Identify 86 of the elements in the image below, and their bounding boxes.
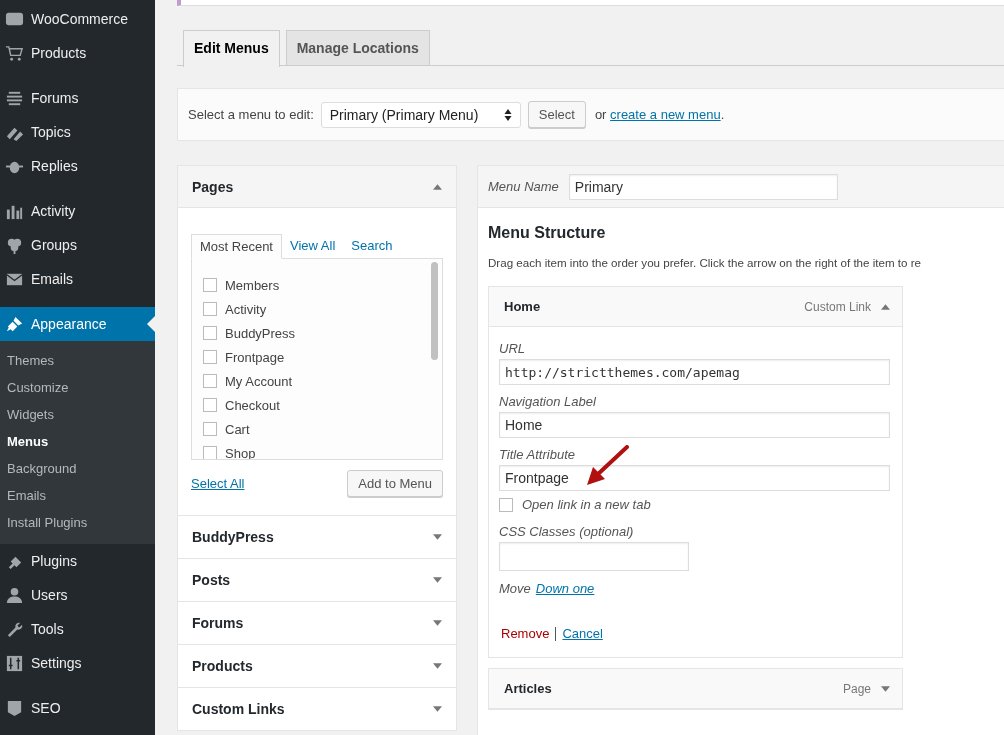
- checkbox[interactable]: [499, 497, 513, 512]
- checkbox-label: Open link in a new tab: [522, 497, 651, 512]
- submenu-item[interactable]: Widgets: [0, 401, 155, 428]
- triangle-icon[interactable]: [881, 303, 890, 310]
- title-attribute-field[interactable]: Frontpage: [499, 465, 890, 491]
- select-label: Select a menu to edit:: [188, 107, 314, 122]
- accordion-header[interactable]: Posts: [177, 559, 457, 602]
- instructions-text: Drag each item into the order you prefer. Click the arrow on the right of the item to re: [488, 256, 923, 269]
- create-menu-text: or create a new menu.: [594, 107, 725, 122]
- section-title: Menu Structure: [488, 224, 607, 242]
- updown-arrows-icon: [503, 107, 512, 122]
- sidebar-item[interactable]: Forums: [0, 81, 155, 115]
- checkbox[interactable]: [203, 302, 217, 316]
- submenu-item[interactable]: Background: [0, 455, 155, 482]
- sidebar-item[interactable]: WooCommerce: [0, 2, 155, 36]
- accordion-header[interactable]: Products: [177, 645, 457, 688]
- sidebar-item[interactable]: Settings: [0, 646, 155, 680]
- menu-name-field[interactable]: Primary: [568, 173, 838, 200]
- field-label: Title Attribute: [499, 447, 576, 462]
- field-label: URL: [499, 341, 526, 356]
- submenu-item[interactable]: Emails: [0, 482, 155, 509]
- submenu-item[interactable]: Themes: [0, 347, 155, 374]
- sidebar-item[interactable]: SEO: [0, 691, 155, 725]
- remove-link[interactable]: Remove: [501, 626, 550, 641]
- menu-name-label: Menu Name: [488, 179, 559, 194]
- tab[interactable]: Edit Menus: [183, 30, 280, 67]
- checkbox[interactable]: [203, 350, 217, 364]
- menu-item-title: Articles: [504, 681, 553, 696]
- menu-dropdown[interactable]: Primary (Primary Menu): [320, 101, 521, 128]
- page-label: My Account: [225, 373, 293, 389]
- accordion-header[interactable]: BuddyPress: [177, 516, 457, 559]
- page-label: Checkout: [225, 397, 280, 413]
- field-label: Navigation Label: [499, 394, 597, 409]
- submenu-item[interactable]: Menus: [0, 428, 155, 455]
- sidebar-item[interactable]: Tools: [0, 612, 155, 646]
- scrollbar-thumb[interactable]: [431, 262, 438, 360]
- page-label: Frontpage: [225, 349, 285, 365]
- sidebar-item[interactable]: Emails: [0, 262, 155, 296]
- checkbox[interactable]: [203, 374, 217, 388]
- sidebar-item[interactable]: Replies: [0, 149, 155, 183]
- cancel-link[interactable]: Cancel: [562, 626, 603, 641]
- sidebar-item[interactable]: Topics: [0, 115, 155, 149]
- sidebar-item[interactable]: Products: [0, 36, 155, 70]
- add-to-menu-button[interactable]: Add to Menu: [347, 470, 443, 497]
- select-button[interactable]: Select: [527, 101, 586, 128]
- cart-icon: [5, 43, 24, 63]
- panel-tab[interactable]: Search: [343, 234, 401, 258]
- page-label: Cart: [225, 421, 250, 437]
- brush-icon: [5, 314, 24, 334]
- sliders-icon: [5, 653, 24, 673]
- page-label: Members: [225, 277, 280, 293]
- triangle-icon[interactable]: [881, 685, 890, 692]
- pointer-arrow: [585, 445, 629, 487]
- accordion-header[interactable]: Custom Links: [177, 688, 457, 731]
- navigation-label-field[interactable]: Home: [499, 412, 890, 438]
- user-icon: [5, 585, 24, 605]
- field-label: CSS Classes (optional): [499, 524, 635, 539]
- css-classes-field[interactable]: [499, 542, 689, 571]
- move-label: Move: [499, 581, 531, 596]
- accordion-header[interactable]: Forums: [177, 602, 457, 645]
- shield-icon: [5, 698, 24, 718]
- page-label: Activity: [225, 301, 267, 317]
- submenu-item[interactable]: Install Plugins: [0, 509, 155, 536]
- checkbox[interactable]: [203, 422, 217, 436]
- tab[interactable]: Manage Locations: [285, 30, 430, 65]
- select-all-link[interactable]: Select All: [191, 476, 245, 491]
- checkbox[interactable]: [203, 446, 217, 459]
- panel-tab[interactable]: Most Recent: [191, 234, 282, 259]
- item-type: Page: [842, 681, 871, 696]
- sidebar-item[interactable]: Users: [0, 578, 155, 612]
- page-label: BuddyPress: [225, 325, 296, 341]
- panel-tab[interactable]: View All: [282, 234, 344, 258]
- checkbox[interactable]: [203, 278, 217, 292]
- url-field[interactable]: http://strictthemes.com/apemag: [499, 359, 890, 385]
- checkbox[interactable]: [203, 326, 217, 340]
- move-down-link[interactable]: Down one: [535, 581, 595, 599]
- accordion-header[interactable]: Pages: [178, 166, 456, 208]
- submenu-item[interactable]: Customize: [0, 374, 155, 401]
- item-type: Custom Link: [804, 299, 871, 314]
- sidebar-item[interactable]: Plugins: [0, 544, 155, 578]
- sidebar-item[interactable]: Appearance: [0, 307, 155, 341]
- sidebar-item[interactable]: Groups: [0, 228, 155, 262]
- create-menu-link[interactable]: create a new menu: [610, 107, 721, 122]
- sidebar-item[interactable]: Activity: [0, 194, 155, 228]
- checkbox[interactable]: [203, 398, 217, 412]
- menu-item-title: Home: [504, 299, 542, 314]
